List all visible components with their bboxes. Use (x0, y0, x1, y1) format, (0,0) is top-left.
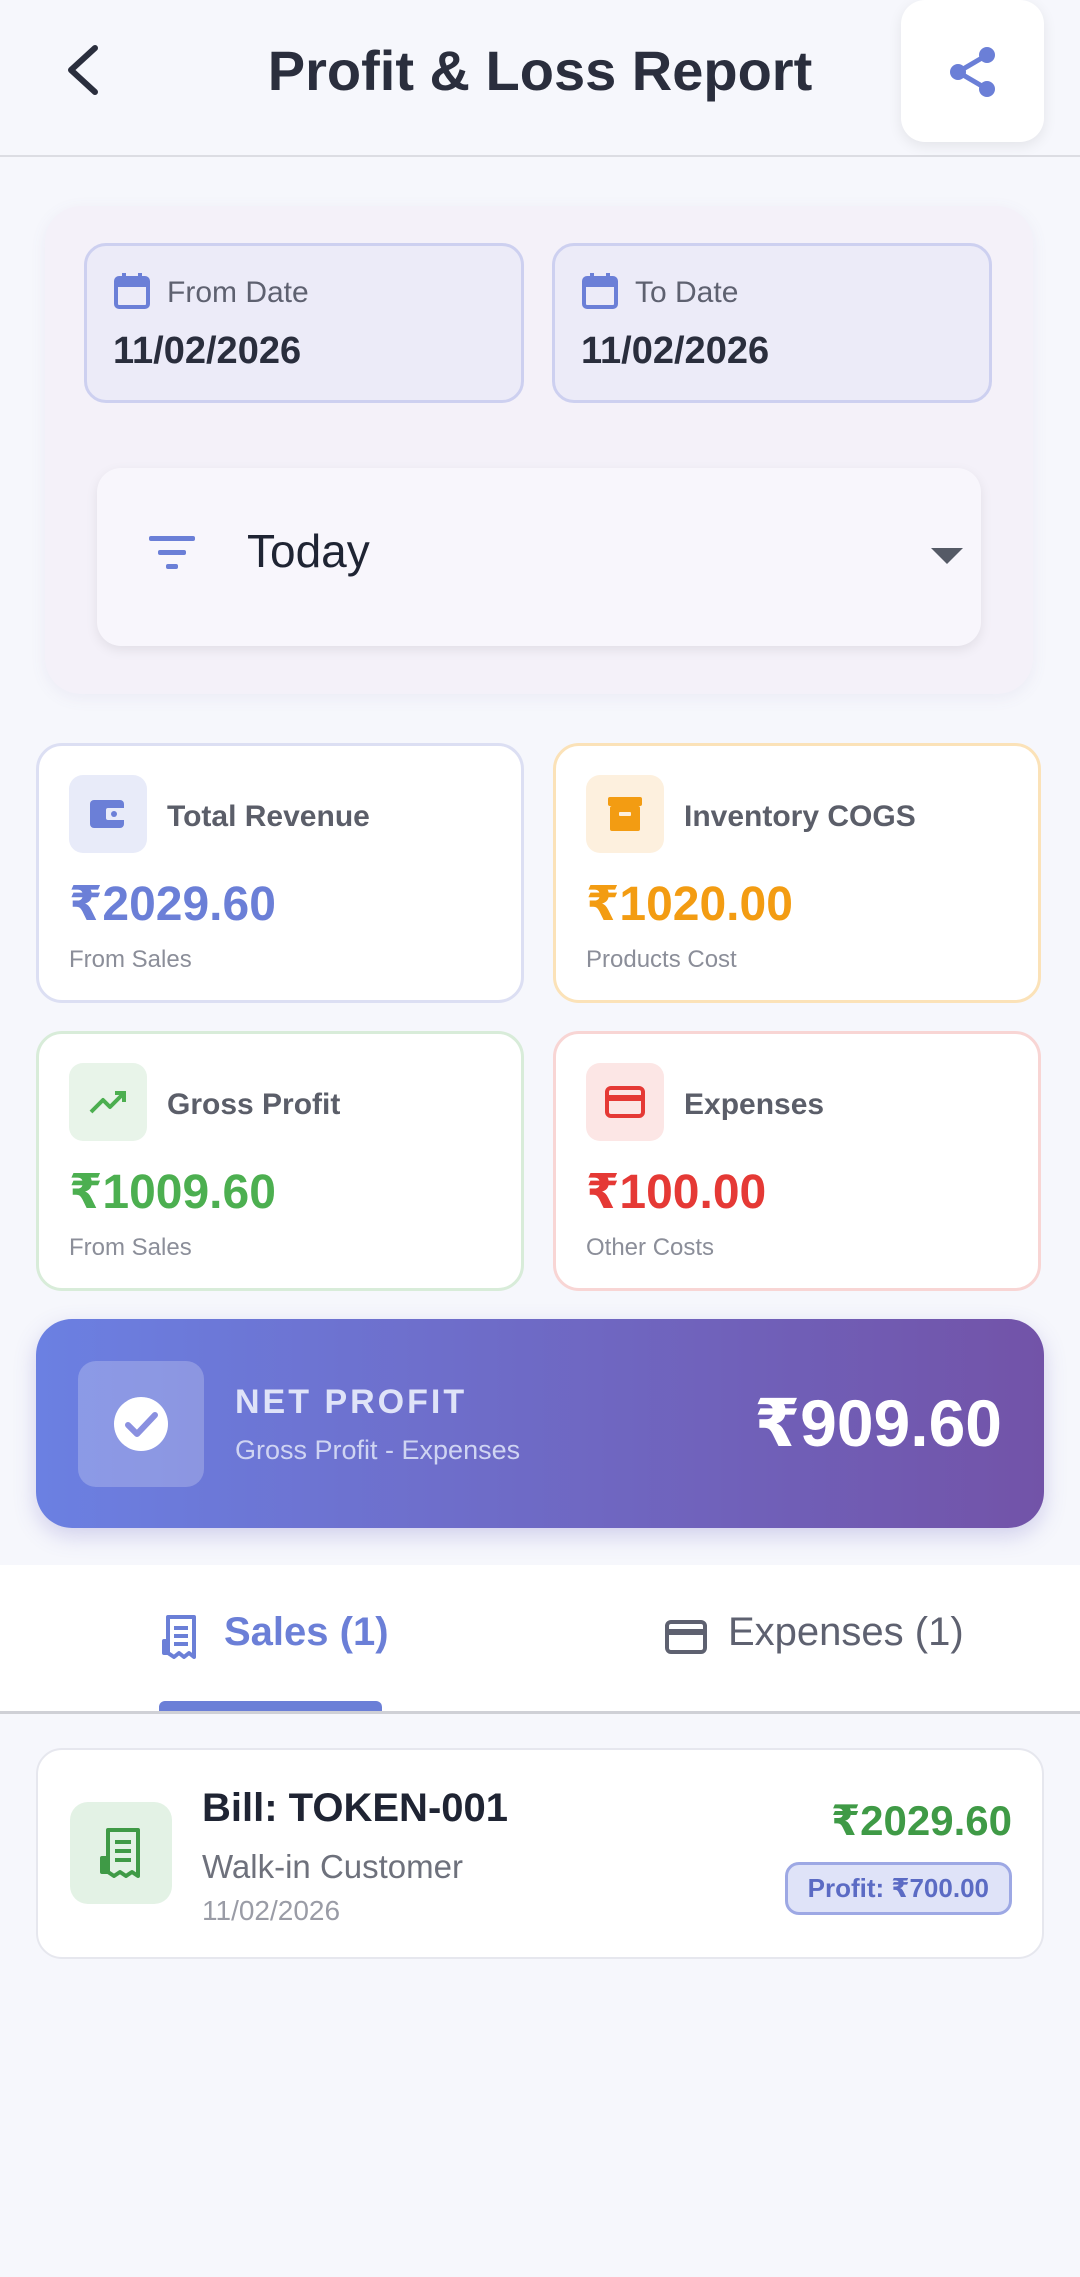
from-date-label: From Date (167, 276, 309, 309)
stat-value: ₹2029.60 (69, 878, 276, 931)
calendar-icon (114, 273, 150, 309)
profit-badge: Profit: ₹700.00 (784, 1862, 1012, 1915)
inventory-cogs-card: Inventory COGS ₹1020.00 Products Cost (553, 743, 1041, 1003)
to-date-value: 11/02/2026 (581, 330, 770, 372)
receipt-icon-box (70, 1802, 172, 1904)
archive-icon (608, 797, 642, 831)
net-profit-formula: Gross Profit - Expenses (235, 1435, 521, 1465)
sale-date: 11/02/2026 (202, 1895, 341, 1926)
net-profit-label: NET PROFIT (235, 1383, 468, 1421)
calendar-icon (582, 273, 618, 309)
total-revenue-card: Total Revenue ₹2029.60 From Sales (36, 743, 524, 1003)
tab-bar: Sales (1) Expenses (1) (0, 1565, 1080, 1714)
dropdown-arrow-icon (931, 548, 963, 564)
stat-label: Gross Profit (167, 1088, 341, 1121)
stat-value: ₹1020.00 (586, 878, 793, 931)
from-date-field[interactable]: From Date 11/02/2026 (84, 243, 524, 403)
list-item[interactable]: Bill: TOKEN-001 Walk-in Customer 11/02/2… (36, 1748, 1044, 1959)
receipt-icon (100, 1828, 140, 1878)
customer-name: Walk-in Customer (202, 1848, 463, 1885)
credit-card-icon (665, 1620, 707, 1654)
stat-label: Expenses (684, 1088, 825, 1121)
gross-profit-card: Gross Profit ₹1009.60 From Sales (36, 1031, 524, 1291)
stat-value: ₹100.00 (586, 1166, 767, 1219)
tab-expenses[interactable]: Expenses (1) (540, 1565, 1080, 1711)
stat-subtitle: From Sales (69, 946, 192, 973)
credit-card-icon-box (586, 1063, 664, 1141)
stat-label: Inventory COGS (684, 800, 916, 833)
trending-up-icon-box (69, 1063, 147, 1141)
stat-subtitle: From Sales (69, 1234, 192, 1261)
stat-subtitle: Products Cost (586, 946, 737, 973)
from-date-value: 11/02/2026 (113, 330, 302, 372)
wallet-icon-box (69, 775, 147, 853)
period-dropdown[interactable]: Today (97, 468, 981, 646)
stat-subtitle: Other Costs (586, 1234, 715, 1261)
stat-value: ₹1009.60 (69, 1166, 276, 1219)
active-tab-indicator (159, 1701, 382, 1711)
share-icon (950, 47, 995, 97)
wallet-icon (90, 800, 126, 828)
to-date-label: To Date (635, 276, 739, 309)
app-bar: Profit & Loss Report (0, 0, 1080, 157)
sale-amount: ₹2029.60 (830, 1797, 1012, 1844)
check-icon-box (78, 1361, 204, 1487)
bill-number: Bill: TOKEN-001 (202, 1786, 508, 1830)
receipt-icon (162, 1615, 196, 1659)
tab-sales[interactable]: Sales (1) (0, 1565, 540, 1711)
filter-icon (149, 536, 195, 569)
stat-label: Total Revenue (167, 800, 370, 833)
to-date-field[interactable]: To Date 11/02/2026 (552, 243, 992, 403)
credit-card-icon (605, 1086, 645, 1118)
net-profit-card: NET PROFIT Gross Profit - Expenses ₹909.… (36, 1319, 1044, 1528)
tab-expenses-label: Expenses (1) (728, 1610, 964, 1654)
expenses-card: Expenses ₹100.00 Other Costs (553, 1031, 1041, 1291)
share-button[interactable] (901, 0, 1044, 142)
net-profit-value: ₹909.60 (754, 1386, 1002, 1460)
period-selected-value: Today (247, 525, 370, 577)
tab-sales-label: Sales (1) (224, 1610, 389, 1654)
filter-card: From Date 11/02/2026 To Date 11/02/2026 … (45, 206, 1033, 694)
trending-up-icon (89, 1091, 126, 1114)
check-circle-icon (114, 1397, 168, 1451)
archive-icon-box (586, 775, 664, 853)
